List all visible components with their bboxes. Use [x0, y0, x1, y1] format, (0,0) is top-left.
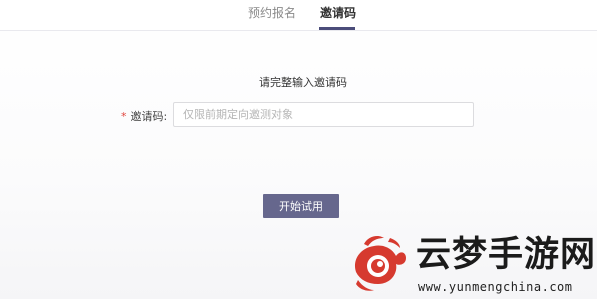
invite-code-input[interactable] — [173, 102, 474, 127]
watermark-url: www.yunmengchina.com — [418, 280, 573, 294]
start-trial-button[interactable]: 开始试用 — [263, 194, 339, 218]
required-mark: * — [121, 110, 127, 123]
watermark: 云梦手游网 www.yunmengchina.com — [340, 226, 597, 299]
cloud-swirl-logo-icon — [354, 236, 406, 291]
invite-code-label-text: 邀请码: — [130, 110, 168, 123]
form-heading: 请完整输入邀请码 — [259, 76, 347, 89]
tab-bar: 预约报名 邀请码 — [0, 0, 597, 31]
active-tab-indicator — [319, 27, 355, 30]
invite-code-label: * 邀请码: — [121, 108, 167, 124]
tab-signup[interactable]: 预约报名 — [248, 6, 296, 20]
tab-invite-code[interactable]: 邀请码 — [320, 6, 356, 20]
watermark-title: 云梦手游网 — [416, 234, 597, 275]
